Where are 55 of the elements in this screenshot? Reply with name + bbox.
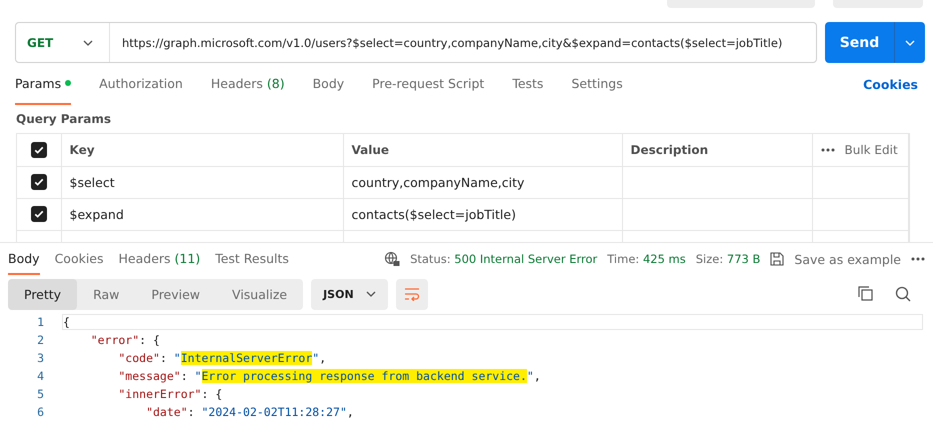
line-number: 1 xyxy=(36,315,45,329)
request-tab[interactable]: Settings xyxy=(571,63,623,105)
request-tab[interactable]: Params xyxy=(15,63,72,105)
response-tab[interactable]: Test Results xyxy=(215,243,289,275)
code-line: "date": "2024-02-02T11:28:27", xyxy=(145,405,355,419)
save-icon[interactable] xyxy=(770,252,784,266)
size-label: Size: 773 B xyxy=(696,252,760,266)
copy-icon[interactable] xyxy=(858,286,873,301)
status-label: Status: 500 Internal Server Error xyxy=(410,252,598,266)
check-icon xyxy=(32,208,45,220)
request-tab[interactable]: Body xyxy=(312,63,344,105)
wrap-lines-button[interactable] xyxy=(396,278,428,310)
check-icon xyxy=(32,176,45,188)
table-cell[interactable]: country,companyName,city xyxy=(343,166,622,198)
view-mode-tab[interactable]: Pretty xyxy=(8,278,78,310)
request-tab[interactable]: Authorization xyxy=(99,63,183,105)
line-number: 3 xyxy=(36,351,45,365)
chevron-down-icon xyxy=(83,40,93,46)
view-mode-tab[interactable]: Preview xyxy=(135,278,216,310)
code-line: "error": { xyxy=(90,333,161,347)
response-tab[interactable]: Cookies xyxy=(54,243,104,275)
request-tab[interactable]: Pre-request Script xyxy=(372,63,484,105)
request-tab[interactable]: Headers (8) xyxy=(210,63,285,105)
request-tab[interactable]: Tests xyxy=(512,63,544,105)
wrap-lines-icon xyxy=(404,287,420,301)
response-tab[interactable]: Headers (11) xyxy=(118,243,200,275)
checkbox[interactable] xyxy=(30,174,47,190)
save-example-button[interactable]: Save as example xyxy=(794,252,901,266)
globe-lock-icon[interactable] xyxy=(384,251,400,267)
view-mode-tab[interactable]: Raw xyxy=(77,278,136,310)
table-cell[interactable]: contacts($select=jobTitle) xyxy=(343,198,622,230)
url-field[interactable]: https://graph.microsoft.com/v1.0/users?$select=country,companyName,city&$expand=contacts($select=jobTitle) xyxy=(110,36,782,50)
checkbox[interactable] xyxy=(30,142,47,158)
checkbox[interactable] xyxy=(30,206,47,222)
more-icon[interactable] xyxy=(911,257,925,261)
code-line: "innerError": { xyxy=(117,387,224,401)
cookies-link[interactable]: Cookies xyxy=(863,76,918,92)
table-cell[interactable]: $select xyxy=(61,166,343,198)
search-icon[interactable] xyxy=(895,286,911,302)
line-number: 4 xyxy=(36,369,45,383)
table-cell[interactable]: $expand xyxy=(61,198,343,230)
line-number: 5 xyxy=(36,387,45,401)
time-label: Time: 425 ms xyxy=(607,252,686,266)
format-dropdown[interactable]: JSON xyxy=(311,278,388,310)
more-icon[interactable] xyxy=(820,148,834,152)
section-title: Query Params xyxy=(16,112,112,126)
chevron-down-icon xyxy=(905,40,915,46)
column-header: Value xyxy=(343,134,622,166)
line-number: 2 xyxy=(36,333,45,347)
view-mode-tab[interactable]: Visualize xyxy=(216,278,304,310)
line-number: 6 xyxy=(36,405,45,419)
chevron-down-icon xyxy=(366,291,376,297)
response-tab[interactable]: Body xyxy=(8,243,40,275)
column-header: Key xyxy=(61,134,343,166)
column-header: Description xyxy=(622,134,812,166)
